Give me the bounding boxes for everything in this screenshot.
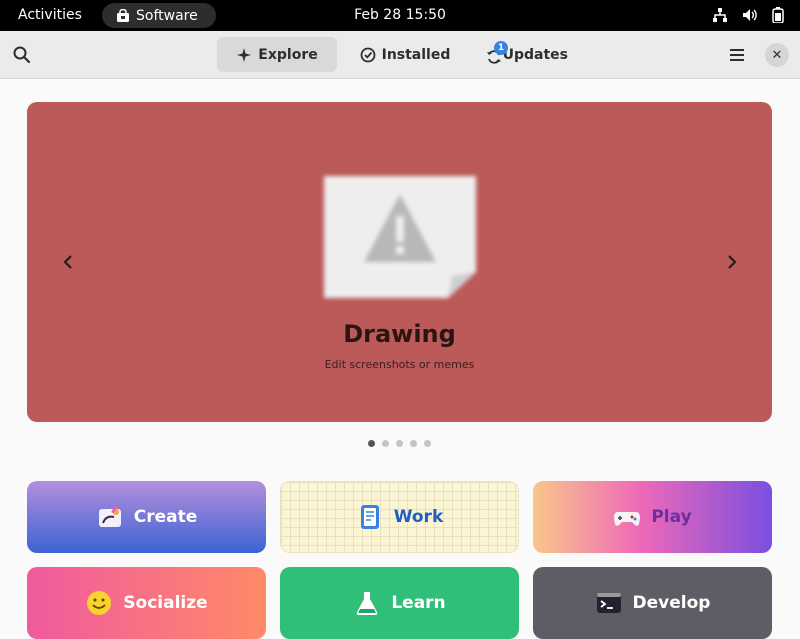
- chevron-left-icon[interactable]: [57, 250, 81, 274]
- tab-label: Installed: [381, 46, 451, 63]
- tab-installed[interactable]: Installed: [345, 37, 465, 72]
- category-create[interactable]: Create: [27, 481, 266, 553]
- tab-label: Updates: [502, 46, 568, 63]
- tab-label: Explore: [258, 46, 318, 63]
- carousel-dot[interactable]: [396, 440, 403, 447]
- palette-icon: [98, 505, 121, 527]
- featured-app-title: Drawing: [343, 320, 456, 348]
- category-socialize[interactable]: Socialize: [27, 567, 266, 639]
- search-icon[interactable]: [10, 43, 34, 67]
- category-label: Socialize: [123, 593, 208, 613]
- terminal-icon: [596, 593, 621, 613]
- system-top-bar: Activities Software Feb 28 15:50: [0, 0, 800, 31]
- sparkle-icon: [237, 47, 252, 62]
- updates-count-badge: 1: [494, 40, 508, 55]
- clipboard-icon: [360, 505, 379, 529]
- gamepad-icon: [614, 512, 641, 526]
- category-play[interactable]: Play: [533, 481, 772, 553]
- clock[interactable]: Feb 28 15:50: [0, 7, 800, 23]
- carousel-dot[interactable]: [424, 440, 431, 447]
- header-bar: Explore Installed 1 Updates: [0, 31, 800, 79]
- carousel-dot[interactable]: [410, 440, 417, 447]
- featured-app-summary: Edit screenshots or memes: [324, 358, 475, 371]
- check-circle-icon: [360, 47, 376, 62]
- category-label: Play: [651, 507, 692, 527]
- hamburger-menu-icon[interactable]: [725, 43, 749, 67]
- category-work[interactable]: Work: [280, 481, 519, 553]
- network-icon: [713, 8, 727, 22]
- flask-icon: [357, 592, 378, 615]
- category-label: Work: [393, 507, 444, 527]
- category-label: Develop: [632, 593, 711, 613]
- tab-updates[interactable]: 1 Updates: [472, 37, 582, 72]
- tab-explore[interactable]: Explore: [217, 37, 337, 72]
- volume-icon: [743, 9, 757, 21]
- chevron-right-icon[interactable]: [719, 250, 743, 274]
- category-learn[interactable]: Learn: [280, 567, 519, 639]
- battery-icon: [772, 7, 784, 23]
- category-label: Create: [133, 507, 198, 527]
- carousel-page-indicator[interactable]: [368, 440, 431, 447]
- close-icon: ✕: [771, 47, 783, 63]
- category-label: Learn: [391, 593, 446, 613]
- featured-carousel[interactable]: Drawing Edit screenshots or memes: [27, 102, 772, 422]
- carousel-dot[interactable]: [382, 440, 389, 447]
- smiley-icon: [87, 591, 112, 615]
- carousel-dot[interactable]: [368, 440, 375, 447]
- category-develop[interactable]: Develop: [533, 567, 772, 639]
- system-tray[interactable]: [712, 7, 784, 23]
- close-window-button[interactable]: ✕: [765, 43, 789, 67]
- drawing-app-icon: [324, 176, 476, 298]
